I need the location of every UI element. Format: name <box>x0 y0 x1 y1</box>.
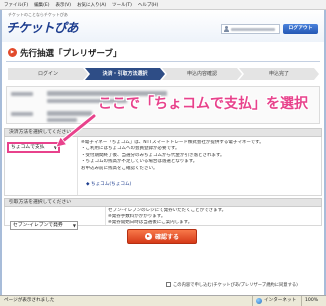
redacted-label <box>11 92 33 96</box>
delivery-section-heading: 引取方法を選択してください <box>4 198 322 207</box>
step-complete: 申込完了 <box>239 68 319 80</box>
user-icon <box>224 26 229 32</box>
status-text: ページが表示されました <box>4 298 55 303</box>
menu-favorites[interactable]: お気に入り(A) <box>77 2 106 8</box>
redacted-value <box>47 111 92 116</box>
chevron-down-icon: ▼ <box>72 223 76 228</box>
chocom-link[interactable]: ◆ ちょコム(ちょコム) <box>86 181 131 187</box>
user-greeting-box <box>221 24 280 34</box>
agreement-checkbox[interactable] <box>166 282 171 287</box>
title-divider <box>6 61 320 62</box>
redacted-value <box>47 118 77 122</box>
redacted-label <box>11 112 33 116</box>
arrow-right-icon: ▶ <box>144 233 152 240</box>
arrow-circle-icon: ▶ <box>8 48 17 57</box>
annotation-callout: ここで「ちょコムで支払」を選択 <box>98 96 308 112</box>
payment-section-heading: 決済方法を選択してください <box>4 128 322 137</box>
agreement-row: この内容で申し込む(チケットぴあ/プレリザーブ規約に同意する) <box>166 281 322 288</box>
payment-notes: ※電子マネー「ちょコム」は、NTTスマートトレード株式会社が提供する電子マネーで… <box>81 140 319 172</box>
delivery-note: ※発券開始日時は当選後にご案内します。 <box>108 219 193 225</box>
delivery-notes: セブン-イレブンのレジにて発券いただくことができます。 ※発券手数料がかかります… <box>108 208 318 225</box>
menu-edit[interactable]: 編集(E) <box>34 2 49 8</box>
security-zone: インターネット <box>252 296 296 306</box>
logout-button[interactable]: ログアウト <box>283 24 318 34</box>
browser-status-bar: ページが表示されました インターネット 100% <box>0 295 326 306</box>
payment-note: お申込み前に残高をご確認ください。 <box>81 165 158 171</box>
menu-help[interactable]: ヘルプ(H) <box>138 2 158 8</box>
delivery-method-value: セブン-イレブンで発券 <box>13 223 63 228</box>
chevron-down-icon: ▼ <box>53 145 57 150</box>
menu-file[interactable]: ファイル(F) <box>4 2 28 8</box>
confirm-button[interactable]: ▶ 確認する <box>127 229 197 244</box>
menu-view[interactable]: 表示(V) <box>55 2 71 8</box>
delivery-method-select[interactable]: セブン-イレブンで発券 ▼ <box>10 221 78 230</box>
confirm-button-label: 確認する <box>154 234 179 241</box>
column-divider <box>105 207 106 225</box>
step-login: ログイン <box>8 68 88 80</box>
redacted-user-name <box>231 27 275 31</box>
browser-menu-bar: ファイル(F) 編集(E) 表示(V) お気に入り(A) ツール(T) ヘルプ(… <box>0 0 326 10</box>
payment-method-select[interactable]: ちょコムで支払 ▼ <box>7 142 60 153</box>
menu-tools[interactable]: ツール(T) <box>112 2 132 8</box>
agreement-label: この内容で申し込む(チケットぴあ/プレリザーブ規約に同意する) <box>173 282 298 288</box>
globe-icon <box>256 298 262 304</box>
step-confirm: 申込内容確認 <box>162 68 242 80</box>
step-payment-delivery: 決済・引取方法選択 <box>85 68 165 80</box>
payment-method-value: ちょコムで支払 <box>11 145 45 150</box>
column-divider <box>77 137 78 195</box>
page-title: 先行抽選「プレリザーブ」 <box>20 49 122 59</box>
site-logo[interactable]: チケットぴあ <box>6 17 106 34</box>
zoom-level[interactable]: 100% <box>301 296 318 306</box>
zone-label: インターネット <box>264 298 297 303</box>
